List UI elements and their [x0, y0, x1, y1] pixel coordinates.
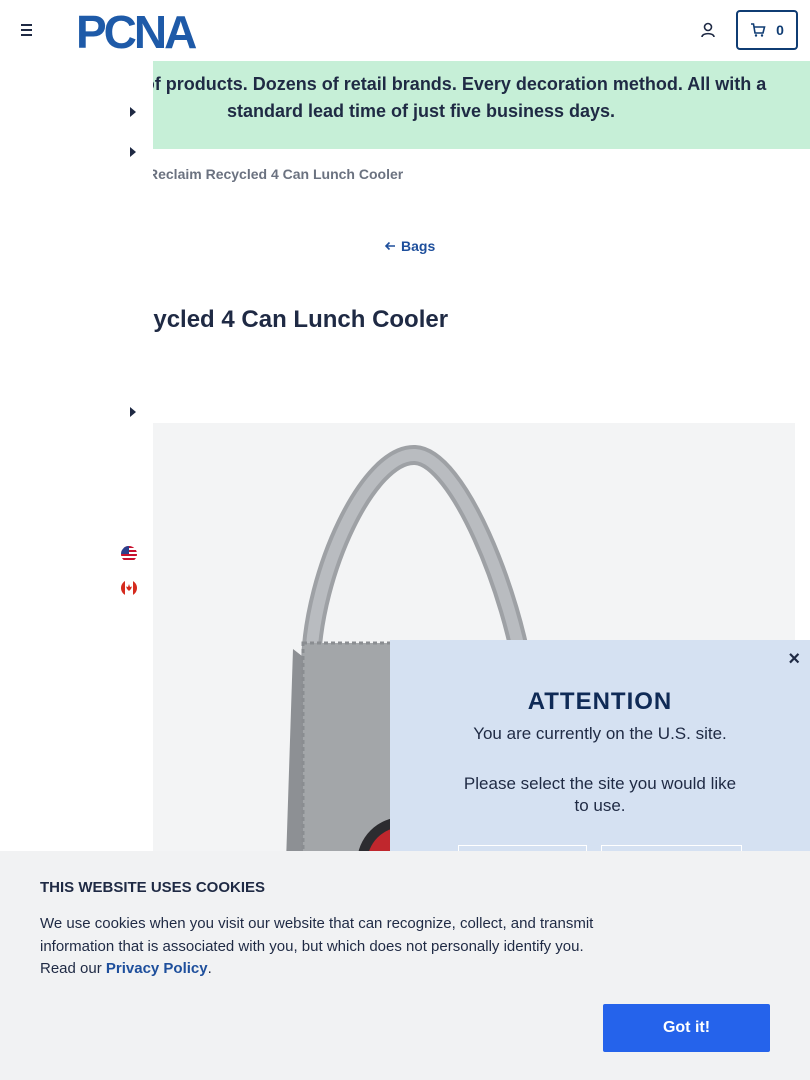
- caret-right-icon[interactable]: [130, 407, 136, 417]
- modal-select-site-text: Please select the site you would like to…: [463, 774, 737, 815]
- back-to-category-link[interactable]: Bags: [384, 238, 435, 254]
- cart-icon: [751, 23, 766, 37]
- side-menu-strip: [0, 61, 153, 851]
- product-title: cycled 4 Can Lunch Cooler: [140, 306, 449, 333]
- menu-icon[interactable]: [18, 20, 38, 40]
- caret-right-icon[interactable]: [130, 147, 136, 157]
- cookie-accept-button[interactable]: Got it!: [603, 1004, 770, 1052]
- cookie-text-end: .: [207, 960, 212, 977]
- pcna-logo[interactable]: PCNA: [76, 10, 226, 50]
- cart-count: 0: [776, 22, 784, 38]
- privacy-policy-link[interactable]: Privacy Policy: [106, 960, 208, 977]
- canada-flag-icon[interactable]: [121, 580, 137, 596]
- cookie-title: THIS WEBSITE USES COOKIES: [40, 879, 266, 896]
- back-link-label: Bags: [401, 238, 436, 254]
- promo-banner-text: usands of products. Dozens of retail bra…: [75, 74, 767, 121]
- account-icon[interactable]: [698, 20, 718, 40]
- us-flag-icon[interactable]: [121, 546, 137, 562]
- cart-button[interactable]: 0: [736, 10, 798, 50]
- breadcrumb-current[interactable]: Reclaim Recycled 4 Can Lunch Cooler: [148, 166, 403, 182]
- arrow-left-icon: [384, 241, 395, 251]
- cookie-text: We use cookies when you visit our websit…: [40, 913, 605, 981]
- modal-current-site-text: You are currently on the U.S. site.: [473, 724, 727, 743]
- cookie-banner: THIS WEBSITE USES COOKIES We use cookies…: [0, 851, 810, 1080]
- modal-title: ATTENTION: [527, 688, 673, 715]
- site-header: PCNA 0: [0, 0, 810, 61]
- svg-text:PCNA: PCNA: [76, 10, 196, 50]
- close-icon[interactable]: ×: [788, 648, 800, 671]
- caret-right-icon[interactable]: [130, 107, 136, 117]
